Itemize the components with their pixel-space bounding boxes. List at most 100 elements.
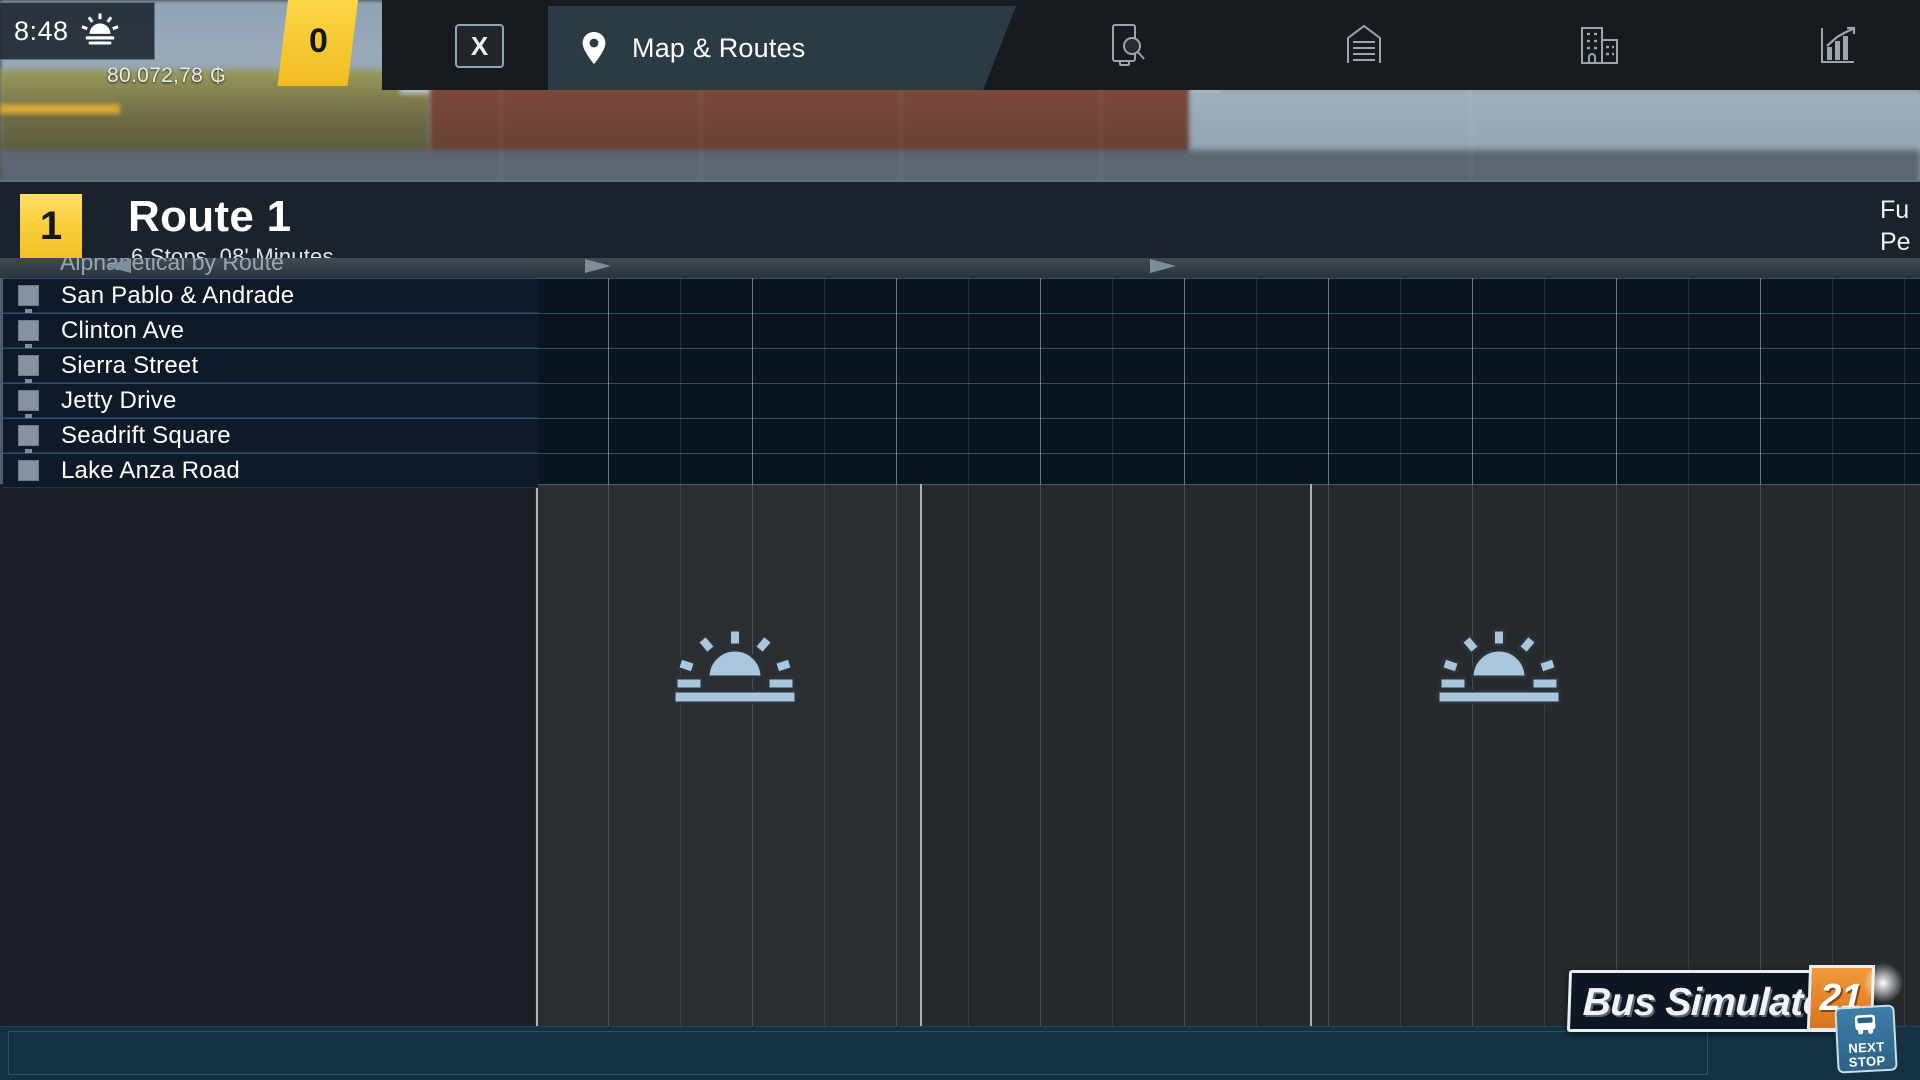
stop-list-item[interactable]: Sierra Street	[3, 348, 538, 383]
grid-column-line	[968, 278, 969, 484]
grid-column-line	[1400, 278, 1401, 484]
grid-column-line	[1904, 278, 1905, 484]
grid-column-line	[1832, 484, 1833, 1034]
stop-list: San Pablo & Andrade Clinton Ave Sierra Str…	[0, 278, 538, 488]
grid-column-line	[1472, 278, 1473, 484]
vehicle-inspect-icon	[1109, 22, 1149, 73]
stop-marker-icon	[18, 390, 39, 411]
grid-row-line	[535, 383, 1920, 384]
stop-list-item[interactable]: Lake Anza Road	[3, 453, 538, 488]
grid-column-line	[1400, 484, 1401, 1034]
grid-column-line	[1616, 484, 1617, 1034]
grid-column-line	[968, 484, 969, 1034]
grid-column-line	[1544, 278, 1545, 484]
sort-next-arrow-icon[interactable]	[585, 259, 611, 273]
notification-tab[interactable]: 0	[277, 0, 359, 86]
grid-column-line	[1688, 484, 1689, 1034]
bottom-bar-frame	[8, 1031, 1708, 1075]
stop-marker-icon	[18, 355, 39, 376]
grid-row-line	[535, 418, 1920, 419]
tab-map-and-routes[interactable]: Map & Routes	[548, 6, 1016, 90]
sunrise-icon	[80, 12, 119, 50]
next-stop-line-1: NEXT	[1847, 1038, 1885, 1056]
grid-column-shade	[536, 484, 920, 1034]
sort-dropdown-label: Alphabetical by Route	[60, 258, 284, 275]
stop-name-label: Sierra Street	[61, 351, 199, 379]
grid-column-line	[1472, 484, 1473, 1034]
grid-column-line	[1760, 484, 1761, 1034]
grid-section-divider	[1310, 484, 1312, 1034]
grid-row-line	[535, 453, 1920, 454]
statistics-chart-icon	[1818, 25, 1858, 70]
grid-column-line	[1112, 278, 1113, 484]
grid-column-line	[680, 278, 681, 484]
grid-row-line	[535, 348, 1920, 349]
grid-row-line	[535, 278, 1920, 279]
grid-column-line	[1112, 484, 1113, 1034]
statistics-chart-icon-button[interactable]	[1803, 22, 1873, 72]
grid-column-line	[608, 278, 609, 484]
stop-list-item[interactable]: Seadrift Square	[3, 418, 538, 453]
grid-column-line	[824, 278, 825, 484]
vehicle-inspect-icon-button[interactable]	[1094, 22, 1164, 72]
sort-next-arrow-icon[interactable]	[1150, 259, 1176, 273]
game-logo: Bus Simulator 21 NEXT STOP	[1566, 960, 1908, 1074]
nav-icon-group	[1016, 0, 1920, 90]
grid-column-line	[1256, 278, 1257, 484]
sunrise-marker	[1436, 628, 1562, 706]
map-pin-icon	[580, 31, 608, 65]
app-root: 8:48 80.072,78 ₲ 0 X Map & Routes 1 Rout…	[0, 0, 1920, 1080]
stop-list-item[interactable]: Clinton Ave	[3, 313, 538, 348]
stop-name-label: Seadrift Square	[61, 421, 231, 449]
game-clock: 8:48	[0, 2, 155, 60]
stop-name-label: San Pablo & Andrade	[61, 281, 295, 309]
grid-column-line	[1040, 484, 1041, 1034]
background-curb	[0, 104, 120, 114]
grid-column-line	[1544, 484, 1545, 1034]
grid-column-line	[1040, 278, 1041, 484]
grid-column-line	[1256, 484, 1257, 1034]
stop-name-label: Lake Anza Road	[61, 456, 240, 484]
grid-column-line	[752, 278, 753, 484]
tab-label: Map & Routes	[632, 32, 806, 63]
grid-column-line	[1328, 484, 1329, 1034]
clock-time: 8:48	[14, 15, 69, 46]
depot-garage-icon-button[interactable]	[1329, 22, 1399, 72]
grid-column-line	[1616, 278, 1617, 484]
logo-title: Bus Simulator	[1582, 981, 1842, 1024]
route-right-labels: Fu Pe	[1880, 194, 1920, 258]
route-right-label-1: Fu	[1880, 196, 1910, 224]
buildings-icon-button[interactable]	[1565, 22, 1635, 72]
money-value: 80.072,78	[107, 64, 204, 87]
stop-name-label: Clinton Ave	[61, 316, 185, 344]
grid-column-line	[896, 278, 897, 484]
timeline-left-panel	[0, 484, 535, 1034]
sort-dropdown[interactable]: Alphabetical by Route	[0, 258, 1920, 278]
grid-section-divider	[920, 484, 922, 1034]
top-hud-bar: 8:48 80.072,78 ₲ 0 X Map & Routes	[0, 0, 1920, 90]
grid-row-line	[535, 313, 1920, 314]
route-number: 1	[39, 203, 63, 248]
grid-column-line	[1688, 278, 1689, 484]
close-button[interactable]: X	[455, 24, 504, 68]
grid-column-line	[1904, 484, 1905, 1034]
grid-column-line	[1184, 484, 1185, 1034]
stop-list-item[interactable]: Jetty Drive	[3, 383, 538, 418]
next-stop-badge: NEXT STOP	[1834, 1004, 1898, 1074]
grid-column-line	[1832, 278, 1833, 484]
grid-column-line	[1184, 278, 1185, 484]
route-right-label-2: Pe	[1880, 228, 1911, 256]
currency-symbol: ₲	[210, 64, 226, 87]
sunrise-marker	[672, 628, 798, 706]
stop-marker-icon	[18, 425, 39, 446]
notification-count: 0	[308, 21, 328, 60]
stop-name-label: Jetty Drive	[61, 386, 177, 414]
close-icon: X	[470, 30, 489, 61]
stop-list-item[interactable]: San Pablo & Andrade	[3, 278, 538, 313]
stop-marker-icon	[18, 460, 39, 481]
stop-marker-icon	[18, 285, 39, 306]
bus-icon	[1852, 1012, 1879, 1040]
route-header-panel: 1 Route 1 6 Stops, 08' Minutes Fu Pe	[0, 180, 1920, 270]
next-stop-line-2: STOP	[1848, 1052, 1886, 1070]
logo-shine	[1860, 960, 1906, 1006]
